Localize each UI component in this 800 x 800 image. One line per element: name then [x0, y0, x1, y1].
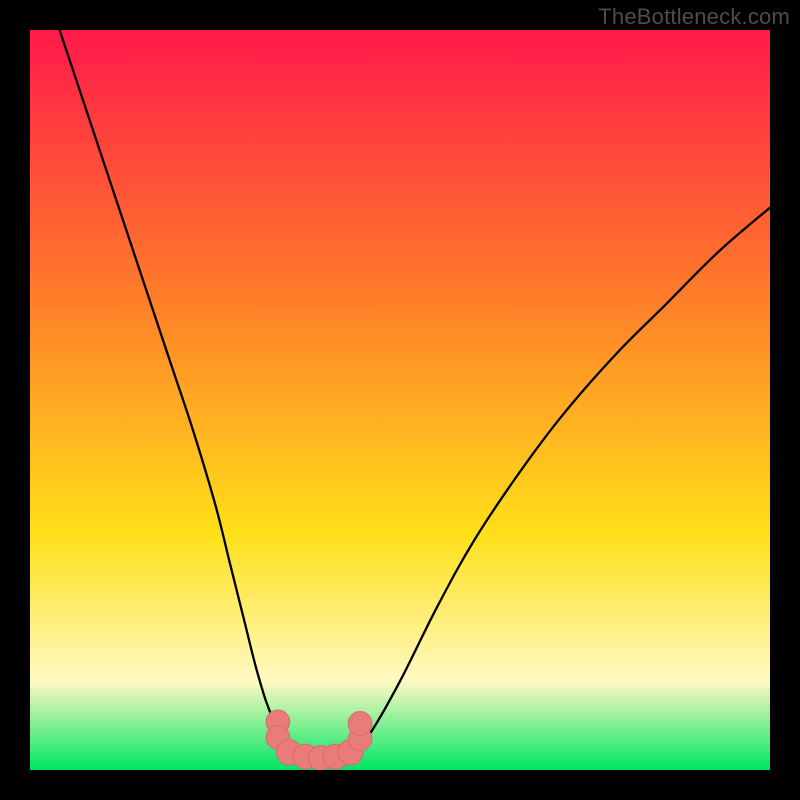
watermark-text: TheBottleneck.com	[598, 4, 790, 30]
data-marker	[348, 712, 372, 736]
bottleneck-plot	[30, 30, 770, 770]
plot-frame	[30, 30, 770, 770]
gradient-background	[30, 30, 770, 770]
chart-stage: TheBottleneck.com	[0, 0, 800, 800]
